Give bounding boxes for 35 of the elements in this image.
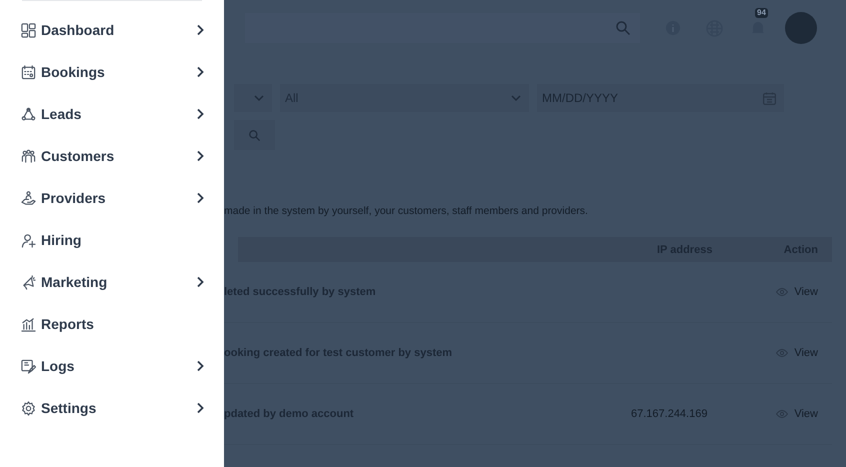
notification-count: 94 <box>755 8 768 18</box>
search-button[interactable] <box>234 120 275 150</box>
sidebar-item[interactable]: Providers <box>21 182 202 214</box>
chevron-down-icon <box>511 94 521 102</box>
group-icon <box>21 148 36 164</box>
sidebar-item[interactable]: Customers <box>21 140 202 172</box>
person-add-icon <box>21 232 36 248</box>
sidebar-item[interactable]: Marketing <box>21 266 202 298</box>
select-dropdown[interactable] <box>234 84 272 112</box>
sidebar-item[interactable]: Settings <box>21 392 202 424</box>
calendar-icon <box>21 64 36 80</box>
avatar-circle[interactable] <box>785 12 817 44</box>
sidebar-item[interactable]: Leads <box>21 98 202 130</box>
dashboard-grid-icon <box>21 22 36 38</box>
hand-person-icon <box>21 190 36 206</box>
sidebar-item[interactable]: Bookings <box>21 56 202 88</box>
table-cell-text: 67.167.244.169 <box>631 408 708 420</box>
sidebar-item[interactable]: Dashboard <box>21 14 202 46</box>
calendar-icon <box>763 92 776 104</box>
eye-icon <box>776 349 788 357</box>
eye-icon <box>776 288 788 296</box>
description-text: made in the system by yourself, your customers, staff members and providers. <box>224 205 589 217</box>
chevron-down-icon <box>254 94 264 102</box>
search-icon <box>616 21 630 35</box>
megaphone-icon <box>21 274 36 290</box>
search-icon <box>249 130 260 140</box>
search-field[interactable] <box>245 13 640 43</box>
settings-icon <box>21 400 36 416</box>
bar-chart-icon <box>21 316 36 332</box>
eye-icon <box>776 410 788 418</box>
sidebar-item[interactable]: Hiring <box>21 224 202 256</box>
sidebar-item[interactable]: Reports <box>21 308 202 340</box>
people-triangle-icon <box>21 106 36 122</box>
sidebar-item[interactable]: Logs <box>21 350 202 382</box>
notebook-pen-icon <box>21 358 36 374</box>
